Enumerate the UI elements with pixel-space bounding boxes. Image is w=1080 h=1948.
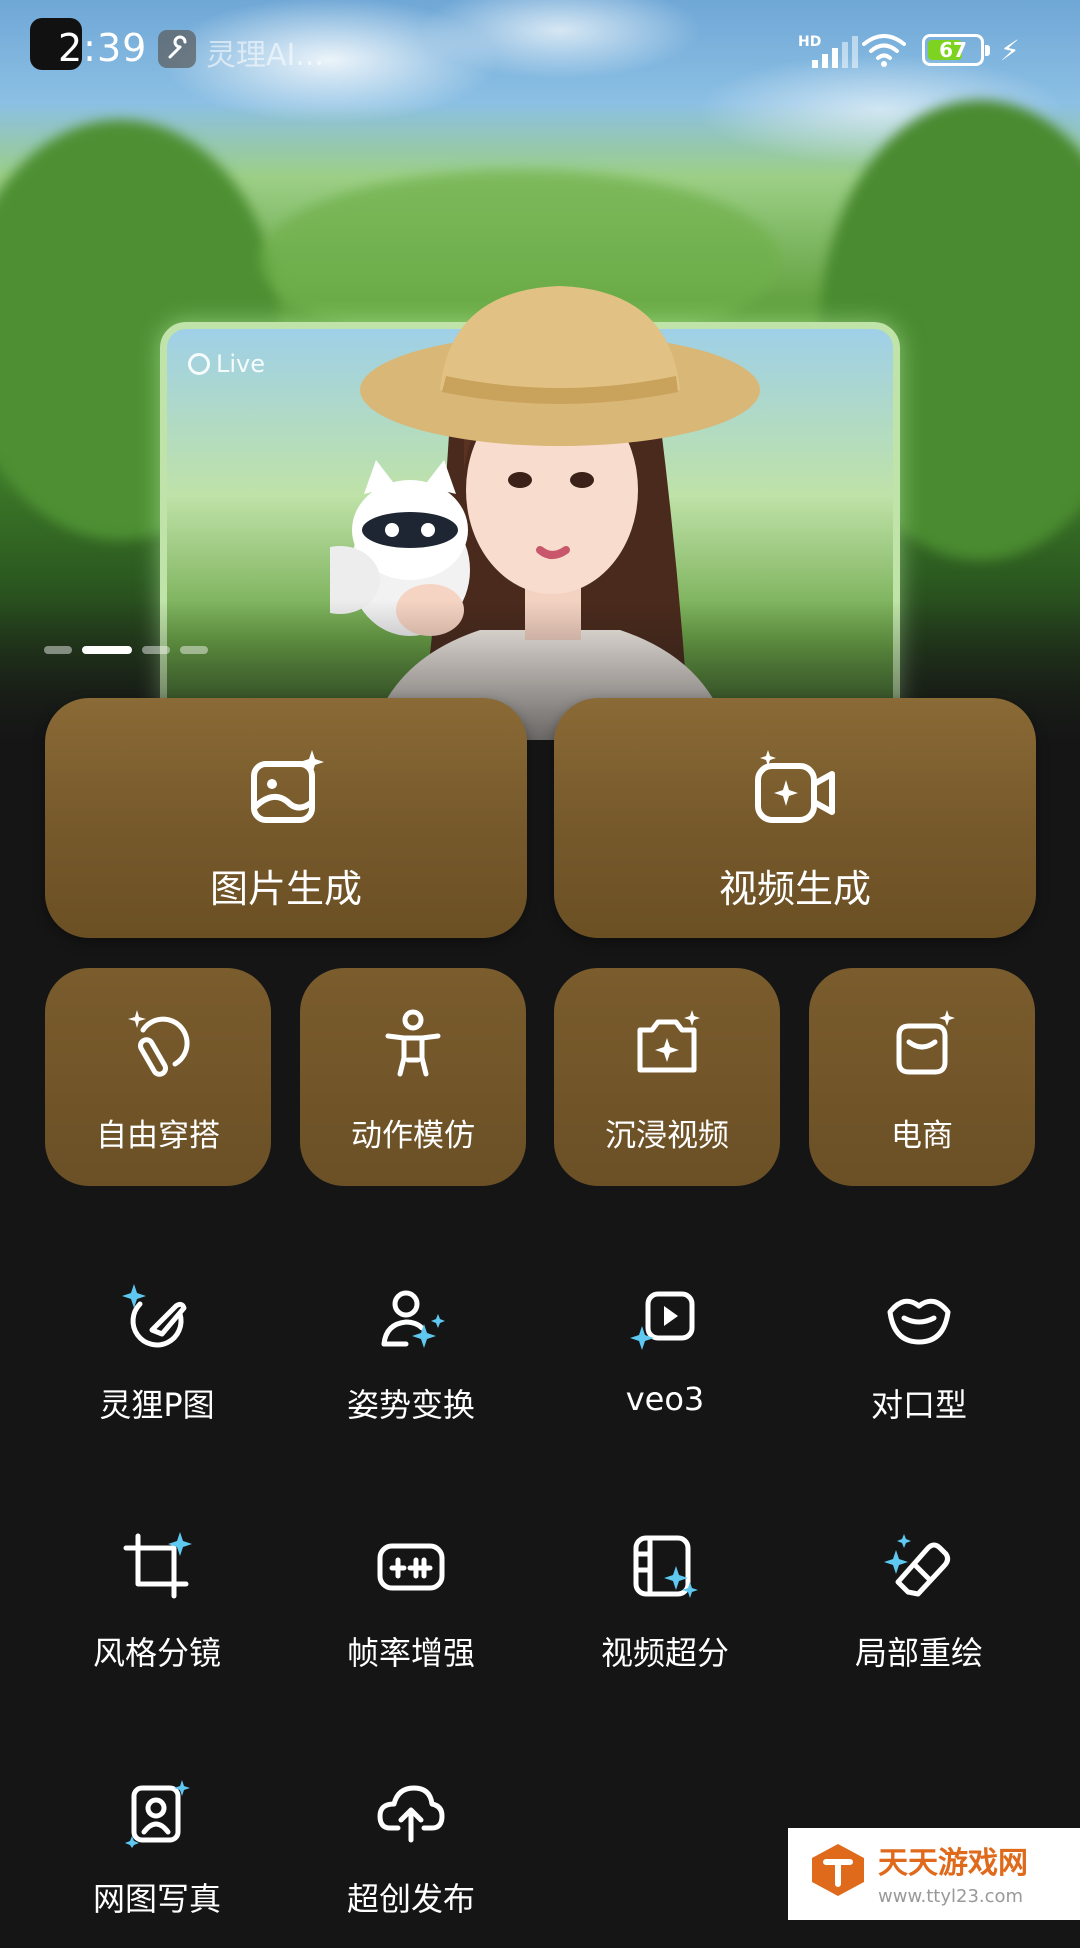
image-sparkle-icon [251, 750, 324, 823]
carousel-dot [44, 646, 72, 654]
crop-sparkle-icon [123, 1532, 192, 1599]
motion-imitation-button[interactable]: 动作模仿 [300, 968, 526, 1186]
lips-icon [887, 1298, 951, 1345]
eraser-sparkle-icon [884, 1534, 951, 1597]
status-bar: 2:39 灵理AI... HD 67 ⚡ [0, 0, 1080, 100]
ecommerce-label: 电商 [891, 1118, 953, 1154]
immersive-video-button[interactable]: 沉浸视频 [554, 968, 780, 1186]
frame-boost-icon [377, 1543, 445, 1591]
charging-icon: ⚡ [1000, 34, 1020, 67]
brush-sparkle-icon [122, 1284, 187, 1348]
video-play-sparkle-icon [630, 1291, 695, 1350]
tool-veo3[interactable]: veo3 [538, 1284, 792, 1454]
tool-web-portrait[interactable]: 网图写真 [30, 1778, 284, 1948]
image-generation-button[interactable]: 图片生成 [45, 698, 527, 938]
watermark-name: 天天游戏网 [878, 1846, 1028, 1881]
free-outfit-label: 自由穿搭 [96, 1118, 220, 1154]
watermark-logo [812, 1844, 864, 1896]
live-icon [188, 353, 210, 375]
camera-sparkle-icon [637, 1010, 700, 1073]
tool-p-image[interactable]: 灵狸P图 [30, 1284, 284, 1454]
tool-label: 灵狸P图 [99, 1386, 215, 1424]
user-sparkle-icon [381, 1290, 445, 1348]
video-generation-label: 视频生成 [718, 867, 871, 911]
tool-inpaint[interactable]: 局部重绘 [792, 1532, 1046, 1702]
shopping-bag-sparkle-icon [896, 1010, 955, 1075]
tool-label: 风格分镜 [92, 1634, 221, 1672]
tool-label: 对口型 [870, 1386, 967, 1424]
film-sparkle-icon [633, 1535, 698, 1598]
carousel-dot [142, 646, 170, 654]
notification-text: 灵理AI... [206, 38, 324, 73]
immersive-video-label: 沉浸视频 [605, 1118, 729, 1154]
wrench-icon [158, 30, 196, 68]
video-camera-sparkle-icon [755, 750, 835, 823]
tool-style-storyboard[interactable]: 风格分镜 [30, 1532, 284, 1702]
watermark: 天天游戏网 www.ttyl23.com [788, 1828, 1080, 1920]
battery-icon: 67 [922, 34, 990, 66]
carousel-indicator [44, 646, 208, 654]
signal-icon [812, 34, 858, 68]
battery-level: 67 [939, 38, 967, 62]
tool-label: veo3 [625, 1380, 705, 1418]
image-generation-label: 图片生成 [209, 867, 362, 911]
live-badge: Live [188, 350, 265, 378]
wifi-icon [862, 34, 906, 67]
tool-publish[interactable]: 超创发布 [284, 1778, 538, 1948]
tool-label: 局部重绘 [854, 1634, 983, 1672]
watermark-url: www.ttyl23.com [878, 1886, 1024, 1907]
tool-frame-boost[interactable]: 帧率增强 [284, 1532, 538, 1702]
ecommerce-button[interactable]: 电商 [809, 968, 1035, 1186]
person-pose-icon [385, 1009, 441, 1077]
tool-pose-transform[interactable]: 姿势变换 [284, 1284, 538, 1454]
tool-video-superres[interactable]: 视频超分 [538, 1532, 792, 1702]
status-time: 2:39 [58, 26, 148, 70]
tool-label: 帧率增强 [346, 1634, 475, 1672]
hero-banner[interactable]: Live [0, 0, 1080, 740]
free-outfit-button[interactable]: 自由穿搭 [45, 968, 271, 1186]
motion-imitation-label: 动作模仿 [351, 1118, 475, 1154]
tool-label: 网图写真 [92, 1880, 221, 1918]
video-generation-button[interactable]: 视频生成 [554, 698, 1036, 938]
carousel-dot [180, 646, 208, 654]
tool-label: 姿势变换 [346, 1386, 475, 1424]
tool-label: 视频超分 [600, 1634, 729, 1672]
tool-lip-sync[interactable]: 对口型 [792, 1284, 1046, 1454]
portrait-sparkle-icon [125, 1780, 190, 1848]
carousel-dot-active [82, 646, 132, 654]
magic-wand-icon [128, 1010, 190, 1077]
cloud-upload-icon [377, 1785, 445, 1843]
tool-label: 超创发布 [346, 1880, 475, 1918]
